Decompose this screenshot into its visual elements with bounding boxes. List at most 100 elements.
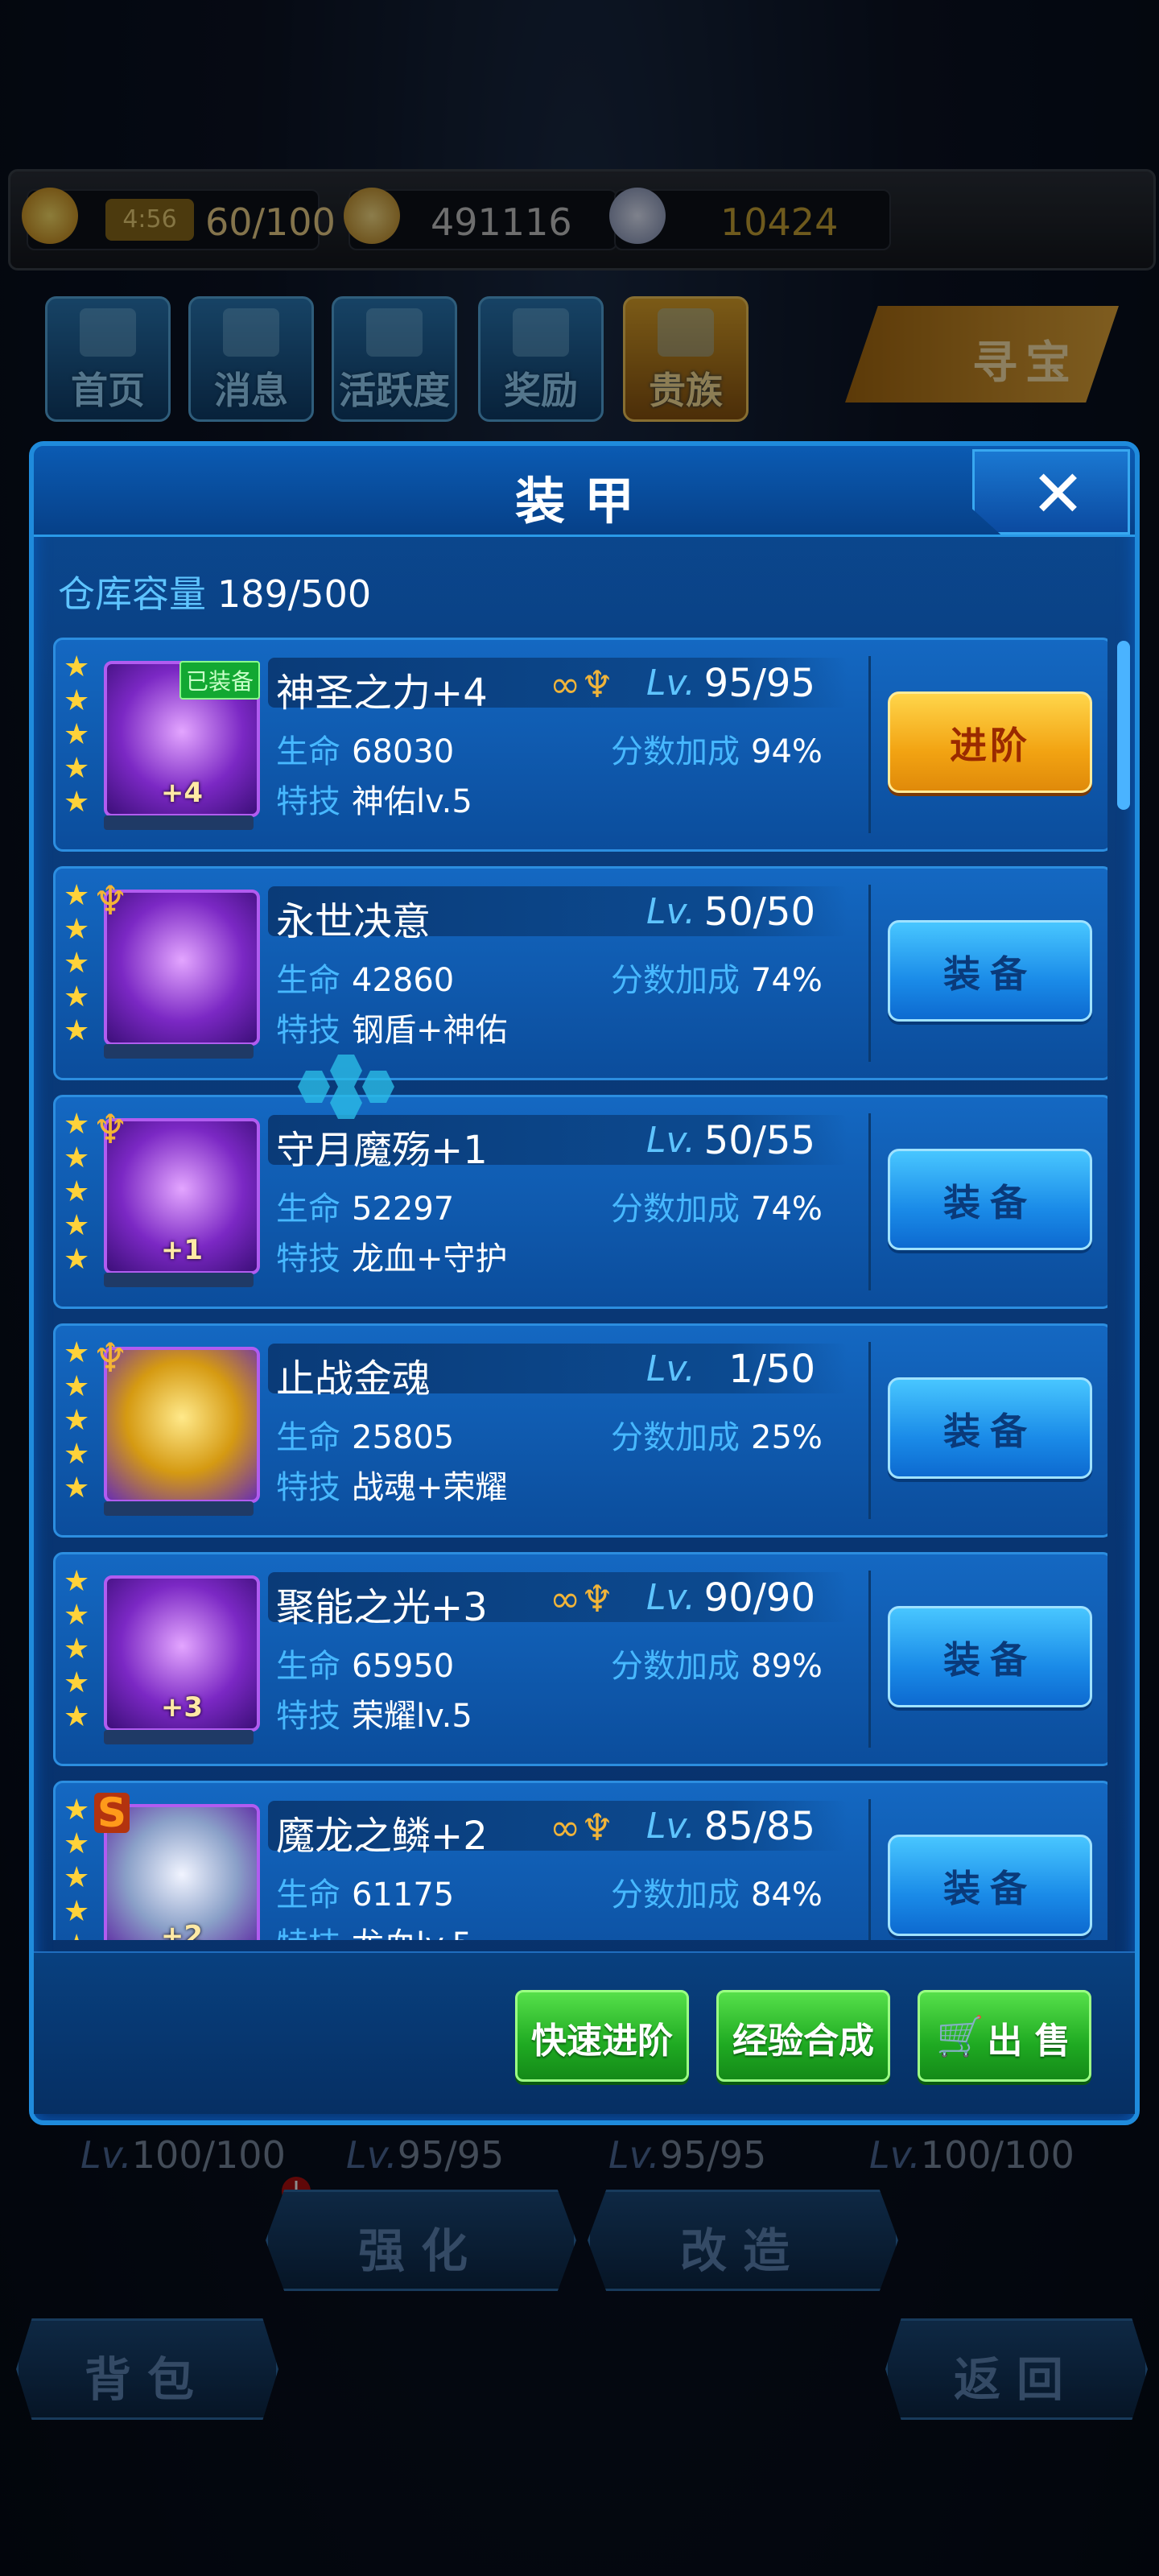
thumbnail-slots: [104, 1730, 254, 1744]
hp-stat: 生命 25805: [276, 1411, 454, 1458]
armor-level: 50/50: [703, 890, 815, 935]
list-scrollbar[interactable]: [1117, 641, 1130, 810]
star-icon: ★: [64, 1243, 90, 1276]
armor-item[interactable]: ★ ★ ★ ★ ★ 已装备 +4 神圣之力+4 ∞♆ Lv. 95/95 生命 68030 …: [53, 638, 1107, 852]
advance-button[interactable]: 进阶: [888, 691, 1092, 793]
divider: [868, 656, 871, 833]
hex-shape: [330, 1087, 362, 1119]
hp-value: 68030: [352, 733, 455, 770]
close-icon: ✕: [1031, 456, 1086, 531]
thumbnail-slots: [104, 1501, 254, 1516]
hp-stat: 生命 68030: [276, 725, 454, 772]
enhance-level: +1: [160, 1234, 204, 1266]
bonus-stat: 分数加成 74%: [611, 954, 823, 1001]
noble-crest-icon: ∞♆: [550, 1577, 614, 1620]
lv-label: Lv.: [646, 1577, 695, 1618]
armor-level: 1/50: [728, 1347, 815, 1392]
armor-item[interactable]: ★ ★ ★ ★ ★ +3 聚能之光+3 ∞♆ Lv. 90/90 生命 65950 分数加…: [53, 1552, 1107, 1766]
hp-stat: 生命 61175: [276, 1868, 454, 1915]
bonus-value: 74%: [751, 962, 823, 999]
star-icon: ★: [64, 1931, 93, 1941]
lv-label: Lv.: [646, 1120, 695, 1161]
bonus-label: 分数加成: [611, 733, 740, 770]
noble-crest-icon: ∞♆: [550, 1806, 614, 1849]
s-rank-badge: S: [94, 1793, 130, 1833]
advance-label: 进阶: [950, 724, 1030, 767]
armor-name: 神圣之力+4: [276, 671, 488, 716]
skill-stat: 特技 钢盾+神佑: [276, 1004, 508, 1051]
armor-name: 止战金魂: [276, 1356, 431, 1402]
hex-shape: [362, 1071, 394, 1103]
armor-item[interactable]: ★★★★★ +2 S 魔龙之鳞+2 ∞♆ Lv. 85/85 生命61175 分…: [53, 1781, 1107, 1940]
sell-label: 出 售: [987, 2021, 1070, 2062]
bonus-label: 分数加成: [611, 1419, 740, 1456]
skill-label: 特技: [276, 1241, 340, 1278]
bonus-stat: 分数加成 74%: [611, 1183, 823, 1229]
armor-thumbnail[interactable]: 已装备 +4: [104, 661, 260, 817]
star-icon: ★: [64, 786, 90, 819]
skill-value: 龙血+守护: [352, 1241, 508, 1278]
close-button[interactable]: ✕: [972, 449, 1130, 535]
armor-item[interactable]: ★ ★ ★ ★ ★ ♆ 止战金魂 Lv. 1/50 生命 25805 分数加成 25% 特技…: [53, 1323, 1107, 1538]
star-icon: ★: [64, 1209, 90, 1242]
equip-label: 装备: [943, 1410, 1037, 1453]
rank-crest-icon: ♆: [92, 1335, 129, 1381]
star-icon: ★: [64, 1472, 90, 1505]
bonus-label: 分数加成: [611, 1191, 740, 1228]
hp-value: 61175: [352, 1876, 455, 1913]
bonus-label: 分数加成: [611, 1876, 740, 1913]
star-icon: ★: [64, 1175, 90, 1208]
bonus-value: 89%: [751, 1648, 823, 1685]
skill-stat: 特技 龙血+守护: [276, 1232, 508, 1279]
star-icon: ★: [64, 947, 90, 980]
bonus-value: 84%: [751, 1876, 823, 1913]
capacity-value: 189/500: [217, 572, 372, 616]
armor-item[interactable]: ★ ★ ★ ★ ★ ♆ 永世决意 Lv. 50/50 生命 42860 分数加成 74% 特…: [53, 866, 1107, 1080]
star-icon: ★: [64, 650, 90, 683]
divider: [868, 1799, 871, 1940]
skill-value: 钢盾+神佑: [352, 1012, 508, 1049]
hp-value: 65950: [352, 1648, 455, 1685]
hp-value: 42860: [352, 962, 455, 999]
rank-crest-icon: ♆: [92, 877, 129, 924]
quick-advance-label: 快速进阶: [531, 2021, 673, 2062]
exp-merge-button[interactable]: 经验合成: [716, 1990, 890, 2082]
armor-item[interactable]: ★ ★ ★ ★ ★ +1 ♆ 守月魔殇+1 Lv. 50/55 生命 52297 分数加成…: [53, 1095, 1107, 1309]
equip-button[interactable]: 装备: [888, 1835, 1092, 1936]
skill-stat: 特技 神佑lv.5: [276, 775, 472, 822]
bonus-value: 74%: [751, 1191, 823, 1228]
star-icon: ★: [64, 1794, 90, 1827]
skill-value: 战魂+荣耀: [352, 1469, 508, 1506]
lv-label: Lv.: [646, 1348, 695, 1389]
skill-label: 特技: [276, 783, 340, 820]
bonus-label: 分数加成: [611, 962, 740, 999]
sell-button[interactable]: 🛒 出 售: [918, 1990, 1091, 2082]
divider: [868, 885, 871, 1062]
armor-list[interactable]: ★ ★ ★ ★ ★ 已装备 +4 神圣之力+4 ∞♆ Lv. 95/95 生命 68030 …: [53, 638, 1107, 1940]
skill-stat: 特技 荣耀lv.5: [276, 1690, 472, 1736]
hex-shape: [298, 1071, 330, 1103]
warehouse-capacity: 仓库容量 189/500: [58, 565, 371, 618]
bonus-stat: 分数加成 84%: [611, 1868, 823, 1915]
dialog-header: 装甲 ✕: [34, 446, 1135, 537]
skill-label: 特技: [276, 1469, 340, 1506]
hp-label: 生命: [276, 1419, 340, 1456]
quick-advance-button[interactable]: 快速进阶: [515, 1990, 689, 2082]
armor-level: 85/85: [703, 1804, 815, 1849]
equip-button[interactable]: 装备: [888, 920, 1092, 1022]
star-icon: ★: [64, 1666, 90, 1699]
equip-button[interactable]: 装备: [888, 1149, 1092, 1250]
hp-label: 生命: [276, 1648, 340, 1685]
star-icon: ★: [64, 718, 90, 751]
skill-label: 特技: [276, 1698, 340, 1735]
equip-button[interactable]: 装备: [888, 1606, 1092, 1707]
armor-thumbnail[interactable]: +3: [104, 1575, 260, 1732]
name-bar: 聚能之光+3 ∞♆ Lv. 90/90: [268, 1572, 848, 1630]
name-bar: 魔龙之鳞+2 ∞♆ Lv. 85/85: [268, 1801, 848, 1859]
enhance-level: +2: [160, 1920, 204, 1940]
rank-crest-icon: ♆: [92, 1106, 129, 1153]
hp-label: 生命: [276, 733, 340, 770]
equip-button[interactable]: 装备: [888, 1377, 1092, 1479]
lv-label: Lv.: [646, 1806, 695, 1847]
star-icon: ★: [64, 1895, 90, 1928]
